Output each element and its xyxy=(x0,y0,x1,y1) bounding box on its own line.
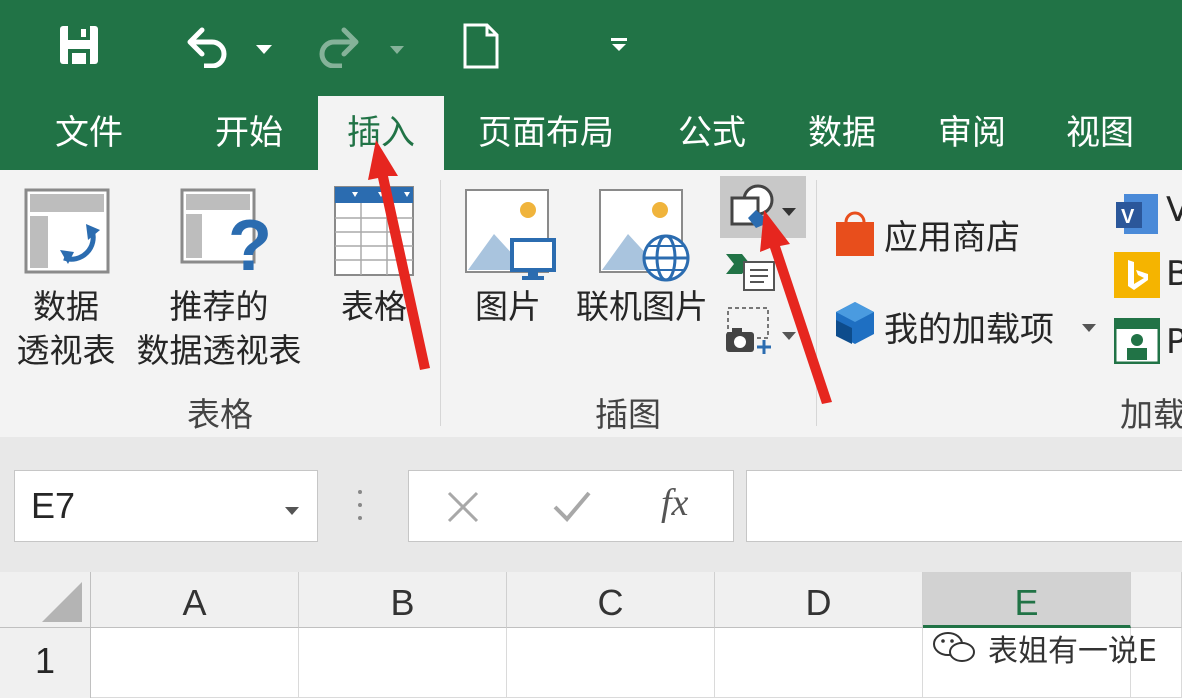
redo-icon[interactable] xyxy=(314,24,362,69)
title-bar xyxy=(0,0,1182,96)
addin-partial-p: P xyxy=(1166,322,1182,362)
new-file-icon[interactable] xyxy=(462,22,500,70)
column-header-c[interactable]: C xyxy=(507,572,715,628)
addin-partial-v: V xyxy=(1166,190,1182,230)
save-icon[interactable] xyxy=(58,24,100,66)
column-header-a[interactable]: A xyxy=(91,572,299,628)
cell-c1[interactable] xyxy=(507,628,715,698)
svg-text:V: V xyxy=(1121,206,1135,228)
table-button[interactable]: 表格 xyxy=(320,180,428,340)
screenshot-icon[interactable] xyxy=(724,304,778,356)
my-addins-dropdown-icon[interactable] xyxy=(1082,318,1096,332)
tab-page-layout[interactable]: 页面布局 xyxy=(458,96,634,170)
shapes-dropdown-icon[interactable] xyxy=(782,202,796,216)
column-header-e[interactable]: E xyxy=(923,572,1131,628)
name-box[interactable]: E7 xyxy=(14,470,318,542)
pivot-table-label-2: 透视表 xyxy=(16,331,116,370)
cell-b1[interactable] xyxy=(299,628,507,698)
tab-insert[interactable]: 插入 xyxy=(318,96,444,170)
column-header-b[interactable]: B xyxy=(299,572,507,628)
column-header-d[interactable]: D xyxy=(715,572,923,628)
name-box-value: E7 xyxy=(31,485,76,526)
tab-home[interactable]: 开始 xyxy=(190,96,308,170)
tab-file[interactable]: 文件 xyxy=(30,96,148,170)
tab-formulas[interactable]: 公式 xyxy=(660,96,764,170)
shapes-icon xyxy=(726,182,776,232)
group-label-illustrations: 插图 xyxy=(595,395,661,434)
people-graph-icon[interactable] xyxy=(1113,317,1161,365)
online-picture-icon xyxy=(598,188,694,284)
redo-dropdown-icon[interactable] xyxy=(390,40,404,54)
cancel-icon[interactable] xyxy=(445,489,481,525)
store-label: 应用商店 xyxy=(884,218,1020,258)
my-addins-button[interactable]: 我的加载项 xyxy=(832,296,1102,352)
recommended-pivot-label-2: 数据透视表 xyxy=(136,331,302,370)
cell-a1[interactable] xyxy=(91,628,299,698)
picture-button[interactable]: 图片 xyxy=(458,180,558,340)
pivot-table-label-1: 数据 xyxy=(33,287,99,326)
enter-check-icon[interactable] xyxy=(551,489,593,525)
formula-buttons: fx xyxy=(408,470,734,542)
group-label-tables: 表格 xyxy=(187,395,253,434)
visio-icon[interactable]: V xyxy=(1114,192,1160,236)
undo-dropdown-icon[interactable] xyxy=(256,40,272,54)
pivot-table-button[interactable]: 数据 透视表 xyxy=(10,180,122,380)
insert-function-icon[interactable]: fx xyxy=(661,481,688,525)
svg-text:?: ? xyxy=(228,206,270,278)
online-picture-label: 联机图片 xyxy=(576,287,708,326)
recommended-pivot-button[interactable]: ? 推荐的 数据透视表 xyxy=(126,180,312,380)
group-label-addins: 加载 xyxy=(1120,395,1182,434)
shapes-button[interactable] xyxy=(720,176,806,238)
picture-icon xyxy=(464,188,558,282)
tab-data[interactable]: 数据 xyxy=(790,96,894,170)
addin-partial-b: B xyxy=(1166,254,1182,294)
column-header-f[interactable] xyxy=(1131,572,1182,628)
picture-label: 图片 xyxy=(475,287,541,326)
store-icon xyxy=(832,208,878,258)
row-header-1[interactable]: 1 xyxy=(0,628,91,698)
wechat-logo-icon xyxy=(930,628,980,668)
smartart-icon[interactable] xyxy=(724,250,776,294)
cell-d1[interactable] xyxy=(715,628,923,698)
name-box-dropdown-icon[interactable] xyxy=(285,501,299,515)
group-separator xyxy=(440,180,441,426)
group-separator xyxy=(816,180,817,426)
customize-toolbar-icon[interactable] xyxy=(611,36,627,52)
tab-view[interactable]: 视图 xyxy=(1048,96,1152,170)
formula-input[interactable] xyxy=(746,470,1182,542)
table-label: 表格 xyxy=(341,287,407,326)
watermark-text: 表姐有一说E xyxy=(988,634,1157,669)
online-picture-button[interactable]: 联机图片 xyxy=(564,180,720,340)
formula-bar-grip-icon[interactable] xyxy=(356,488,364,522)
store-button[interactable]: 应用商店 xyxy=(832,206,1042,262)
pivot-table-icon xyxy=(24,188,110,274)
my-addins-icon xyxy=(832,300,878,346)
select-all-corner[interactable] xyxy=(0,572,91,628)
table-icon xyxy=(334,186,414,276)
tab-review[interactable]: 审阅 xyxy=(920,96,1024,170)
recommended-pivot-label-1: 推荐的 xyxy=(169,287,269,326)
recommended-pivot-icon: ? xyxy=(180,188,272,286)
screenshot-dropdown-icon[interactable] xyxy=(782,326,796,340)
undo-icon[interactable] xyxy=(184,24,232,69)
my-addins-label: 我的加载项 xyxy=(884,310,1054,350)
bing-icon[interactable] xyxy=(1114,252,1160,298)
